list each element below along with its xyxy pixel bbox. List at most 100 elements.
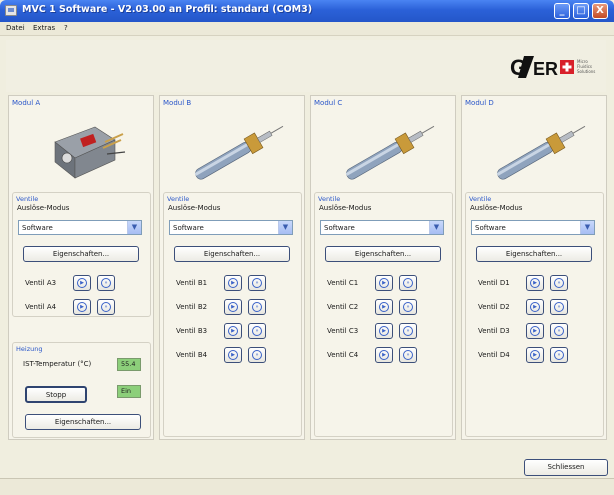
fast-forward-circle-icon: » — [252, 350, 262, 360]
trigger-mode-select[interactable]: Software ▼ — [169, 220, 293, 235]
fast-forward-circle-icon: » — [101, 278, 111, 288]
play-circle-icon: ▶ — [530, 326, 540, 336]
valve-a3-fast-forward-button[interactable]: » — [97, 275, 115, 291]
valve-d4-fast-forward-button[interactable]: » — [550, 347, 568, 363]
valve-label: Ventil D3 — [478, 327, 510, 335]
chevron-down-icon[interactable]: ▼ — [429, 221, 443, 234]
valve-label: Ventil B1 — [176, 279, 208, 287]
module-title: Modul A — [12, 99, 41, 107]
properties-button[interactable]: Eigenschaften... — [23, 246, 139, 262]
menu-datei[interactable]: Datei — [6, 24, 25, 32]
dispense-valve-image — [496, 125, 586, 180]
valve-d3-play-button[interactable]: ▶ — [526, 323, 544, 339]
valve-c2-fast-forward-button[interactable]: » — [399, 299, 417, 315]
valve-d2-fast-forward-button[interactable]: » — [550, 299, 568, 315]
trigger-mode-label: Auslöse-Modus — [319, 204, 372, 212]
menu-bar: Datei Extras ? — [0, 22, 614, 36]
valve-label: Ventil D1 — [478, 279, 510, 287]
module-title: Modul B — [163, 99, 192, 107]
fast-forward-circle-icon: » — [101, 302, 111, 312]
menu-extras[interactable]: Extras — [33, 24, 55, 32]
trigger-mode-select[interactable]: Software ▼ — [471, 220, 595, 235]
maximize-button[interactable]: □ — [573, 3, 589, 19]
module-d: Modul D Ventile Auslöse-Modus Software ▼… — [461, 95, 607, 440]
valve-label: Ventil D4 — [478, 351, 510, 359]
valve-b2-play-button[interactable]: ▶ — [224, 299, 242, 315]
heating-status-display: Ein — [117, 385, 141, 398]
valve-d1-play-button[interactable]: ▶ — [526, 275, 544, 291]
heating-properties-button[interactable]: Eigenschaften... — [25, 414, 141, 430]
stop-button[interactable]: Stopp — [25, 386, 87, 403]
play-circle-icon: ▶ — [379, 326, 389, 336]
properties-button[interactable]: Eigenschaften... — [174, 246, 290, 262]
play-circle-icon: ▶ — [77, 302, 87, 312]
valves-group: Ventile Auslöse-Modus Software ▼ Eigensc… — [163, 192, 302, 437]
valve-label: Ventil A4 — [25, 303, 57, 311]
fast-forward-circle-icon: » — [403, 350, 413, 360]
valve-b1-fast-forward-button[interactable]: » — [248, 275, 266, 291]
valve-c4-fast-forward-button[interactable]: » — [399, 347, 417, 363]
fast-forward-circle-icon: » — [554, 350, 564, 360]
properties-button[interactable]: Eigenschaften... — [476, 246, 592, 262]
module-b: Modul B Ventile Auslöse-Modus Software ▼… — [159, 95, 305, 440]
chevron-down-icon[interactable]: ▼ — [278, 221, 292, 234]
valve-a4-play-button[interactable]: ▶ — [73, 299, 91, 315]
valve-c3-fast-forward-button[interactable]: » — [399, 323, 417, 339]
play-circle-icon: ▶ — [228, 302, 238, 312]
window-title: MVC 1 Software - V2.03.00 an Profil: sta… — [22, 4, 313, 15]
valves-group: Ventile Auslöse-Modus Software ▼ Eigensc… — [465, 192, 604, 437]
valve-b1-play-button[interactable]: ▶ — [224, 275, 242, 291]
valve-c1-play-button[interactable]: ▶ — [375, 275, 393, 291]
valve-d4-play-button[interactable]: ▶ — [526, 347, 544, 363]
trigger-mode-label: Auslöse-Modus — [470, 204, 523, 212]
valve-label: Ventil A3 — [25, 279, 57, 287]
trigger-mode-value: Software — [22, 224, 53, 232]
trigger-mode-select[interactable]: Software ▼ — [320, 220, 444, 235]
close-dialog-button[interactable]: Schliessen — [524, 459, 608, 476]
valve-c2-play-button[interactable]: ▶ — [375, 299, 393, 315]
dispense-valve-image — [345, 125, 435, 180]
close-button[interactable]: X — [592, 3, 608, 19]
group-title: Ventile — [318, 195, 341, 203]
chevron-down-icon[interactable]: ▼ — [127, 221, 141, 234]
valve-c3-play-button[interactable]: ▶ — [375, 323, 393, 339]
module-c: Modul C Ventile Auslöse-Modus Software ▼… — [310, 95, 456, 440]
valve-c4-play-button[interactable]: ▶ — [375, 347, 393, 363]
valves-group: Ventile Auslöse-Modus Software ▼ Eigensc… — [314, 192, 453, 437]
trigger-mode-value: Software — [173, 224, 204, 232]
title-bar: MVC 1 Software - V2.03.00 an Profil: sta… — [0, 0, 614, 22]
valve-label: Ventil D2 — [478, 303, 510, 311]
valve-b3-fast-forward-button[interactable]: » — [248, 323, 266, 339]
module-title: Modul C — [314, 99, 343, 107]
minimize-button[interactable]: _ — [554, 3, 570, 19]
valve-b4-fast-forward-button[interactable]: » — [248, 347, 266, 363]
group-title: Ventile — [16, 195, 39, 203]
status-bar — [0, 478, 614, 495]
valve-b4-play-button[interactable]: ▶ — [224, 347, 242, 363]
fast-forward-circle-icon: » — [554, 326, 564, 336]
properties-button[interactable]: Eigenschaften... — [325, 246, 441, 262]
module-a: Modul A Ventile Auslöse-Modus Software ▼… — [8, 95, 154, 440]
valve-a3-play-button[interactable]: ▶ — [73, 275, 91, 291]
valve-label: Ventil C1 — [327, 279, 359, 287]
valve-label: Ventil C4 — [327, 351, 359, 359]
trigger-mode-label: Auslöse-Modus — [17, 204, 70, 212]
play-circle-icon: ▶ — [530, 278, 540, 288]
trigger-mode-select[interactable]: Software ▼ — [18, 220, 142, 235]
menu-help[interactable]: ? — [64, 24, 68, 32]
valve-label: Ventil C2 — [327, 303, 359, 311]
valve-c1-fast-forward-button[interactable]: » — [399, 275, 417, 291]
chevron-down-icon[interactable]: ▼ — [580, 221, 594, 234]
valves-group: Ventile Auslöse-Modus Software ▼ Eigensc… — [12, 192, 151, 317]
app-icon — [5, 5, 17, 16]
valve-d1-fast-forward-button[interactable]: » — [550, 275, 568, 291]
valve-b3-play-button[interactable]: ▶ — [224, 323, 242, 339]
valve-d2-play-button[interactable]: ▶ — [526, 299, 544, 315]
play-circle-icon: ▶ — [379, 302, 389, 312]
valve-d3-fast-forward-button[interactable]: » — [550, 323, 568, 339]
valve-label: Ventil B2 — [176, 303, 208, 311]
fast-forward-circle-icon: » — [403, 302, 413, 312]
valve-a4-fast-forward-button[interactable]: » — [97, 299, 115, 315]
play-circle-icon: ▶ — [530, 302, 540, 312]
valve-b2-fast-forward-button[interactable]: » — [248, 299, 266, 315]
